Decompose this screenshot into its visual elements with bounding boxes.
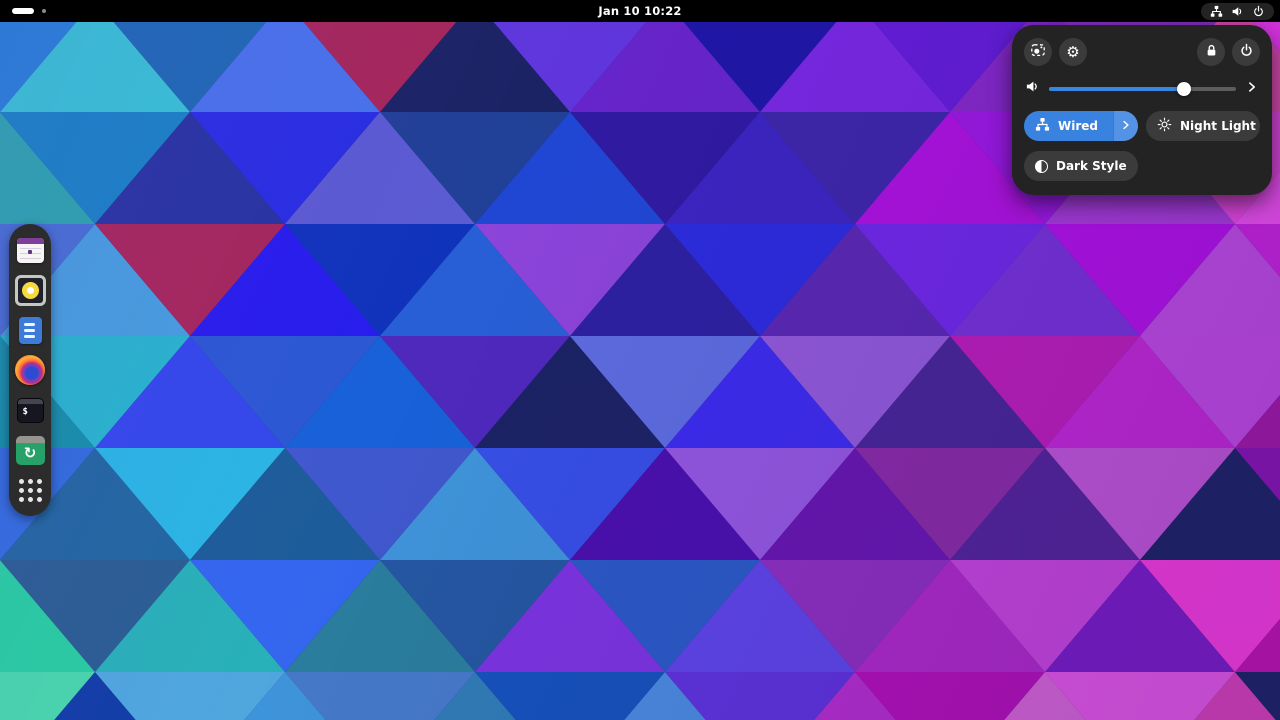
- quick-toggles: Wired Night Light Dark Style: [1024, 111, 1260, 181]
- top-bar: Jan 10 10:22: [0, 0, 1280, 22]
- dock-item-music[interactable]: [14, 274, 46, 306]
- wired-network-icon: [1035, 117, 1050, 135]
- lock-icon: [1204, 43, 1219, 62]
- volume-slider-thumb[interactable]: [1176, 81, 1191, 96]
- dock-item-calendar[interactable]: [14, 235, 46, 265]
- toggle-dark-style[interactable]: Dark Style: [1024, 151, 1138, 181]
- toggle-wired[interactable]: Wired: [1024, 111, 1138, 141]
- settings-button[interactable]: ⚙: [1059, 38, 1087, 66]
- screenshot-icon: [1030, 42, 1046, 62]
- chevron-right-icon[interactable]: [1245, 79, 1259, 98]
- wired-network-icon: [1210, 5, 1223, 18]
- calendar-icon: [16, 237, 44, 263]
- toggle-wired-expander[interactable]: [1113, 111, 1138, 141]
- software-updater-icon: ↻: [15, 435, 45, 465]
- volume-row: [1024, 79, 1260, 98]
- dock-item-terminal[interactable]: $: [14, 395, 46, 425]
- volume-slider-fill: [1049, 86, 1184, 91]
- speaker-app-icon: [14, 274, 46, 306]
- app-grid-icon: [18, 478, 42, 502]
- workspace-indicator[interactable]: [6, 0, 52, 22]
- workspace-active-pill[interactable]: [12, 8, 34, 14]
- dock-item-firefox[interactable]: [14, 355, 46, 385]
- toggle-wired-main[interactable]: Wired: [1024, 117, 1113, 135]
- workspace-dot[interactable]: [42, 9, 46, 13]
- power-button[interactable]: [1232, 38, 1260, 66]
- sun-icon: [1157, 117, 1172, 135]
- dock-item-app-grid[interactable]: [14, 475, 46, 505]
- clock-button[interactable]: Jan 10 10:22: [598, 4, 681, 18]
- toggle-dark-style-label: Dark Style: [1056, 159, 1127, 173]
- system-tray[interactable]: [1201, 2, 1274, 20]
- dock: $ ↻: [9, 224, 51, 516]
- terminal-icon: $: [16, 397, 44, 423]
- power-icon: [1252, 5, 1265, 18]
- toggle-night-light-label: Night Light: [1180, 119, 1256, 133]
- volume-slider[interactable]: [1049, 81, 1236, 96]
- speaker-icon: [1025, 79, 1040, 98]
- desktop: Jan 10 10:22 $ ↻ ⚙ Wired Night Light Dar…: [0, 0, 1280, 720]
- dock-item-software-updater[interactable]: ↻: [14, 435, 46, 465]
- quick-settings-header: ⚙: [1024, 38, 1260, 66]
- quick-settings-panel: ⚙ Wired Night Light Dark Style: [1012, 25, 1272, 195]
- firefox-icon: [15, 355, 45, 385]
- chevron-right-icon: [1120, 119, 1132, 134]
- notes-icon: [18, 316, 42, 344]
- toggle-night-light[interactable]: Night Light: [1146, 111, 1260, 141]
- lock-button[interactable]: [1197, 38, 1225, 66]
- toggle-wired-label: Wired: [1058, 119, 1098, 133]
- power-icon: [1239, 43, 1254, 62]
- dock-item-notes[interactable]: [14, 315, 46, 345]
- contrast-icon: [1035, 159, 1048, 173]
- volume-icon: [1231, 5, 1244, 18]
- settings-gear-icon: ⚙: [1066, 42, 1080, 61]
- screenshot-button[interactable]: [1024, 38, 1052, 66]
